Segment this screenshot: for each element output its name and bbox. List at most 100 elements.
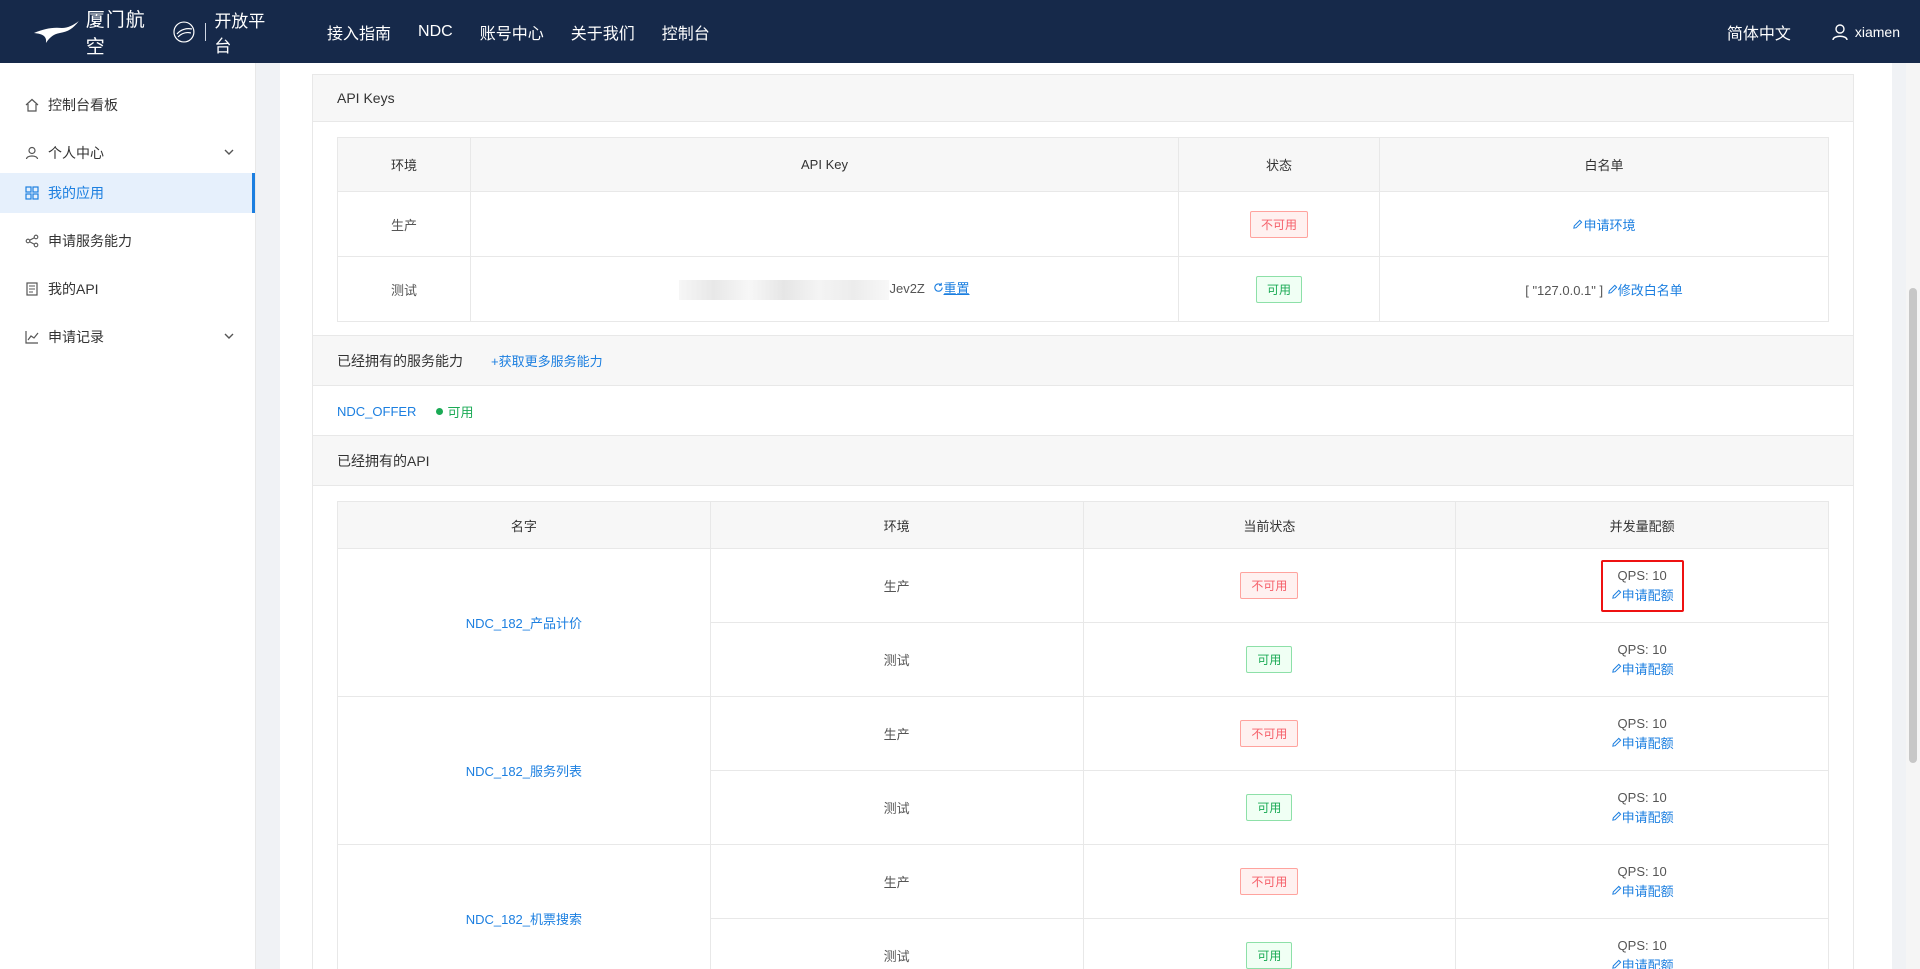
sidebar-item-label: 我的应用 [48, 185, 104, 201]
share-icon [24, 233, 40, 249]
sidebar-item-label: 申请服务能力 [48, 233, 132, 249]
edit-icon [1611, 663, 1621, 673]
scrollbar-thumb[interactable] [1909, 288, 1917, 763]
apply-env-label: 申请环境 [1583, 217, 1636, 233]
sidebar-item-label: 我的API [48, 281, 99, 297]
status-badge: 不可用 [1240, 720, 1299, 747]
apply-quota-label: 申请配额 [1621, 809, 1674, 825]
env-cell: 生产 [709, 548, 1084, 623]
table-row: 测试 Jev2Z 重置 可用 [ "127.0.0.1" ] 修改白名单 [337, 256, 1829, 322]
sidebar-item-personal[interactable]: 个人中心 [0, 133, 255, 173]
nav-account[interactable]: 账号中心 [480, 20, 544, 44]
panel-header: API Keys [313, 75, 1853, 122]
qps-value: QPS: 10 [1617, 641, 1667, 657]
apis-title: 已经拥有的API [337, 452, 430, 469]
nav-guide[interactable]: 接入指南 [327, 20, 391, 44]
nav-about[interactable]: 关于我们 [571, 20, 635, 44]
apply-quota-label: 申请配额 [1621, 735, 1674, 751]
sidebar-item-label: 个人中心 [48, 145, 104, 161]
sidebar-item-apply-service[interactable]: 申请服务能力 [0, 221, 255, 261]
status-cell: 不可用 [1178, 191, 1380, 257]
apply-env-link[interactable]: 申请环境 [1572, 217, 1636, 233]
column-header: 状态 [1178, 137, 1380, 192]
column-header: 白名单 [1379, 137, 1829, 192]
env-cell: 测试 [709, 770, 1084, 845]
apply-quota-link[interactable]: 申请配额 [1456, 734, 1828, 754]
chart-icon [24, 329, 40, 345]
status-badge: 可用 [1246, 646, 1293, 673]
status-badge: 可用 [1246, 942, 1293, 969]
main-nav: 接入指南 NDC 账号中心 关于我们 控制台 [327, 0, 737, 63]
reset-label: 重置 [943, 281, 970, 297]
egret-logo-icon [33, 20, 79, 43]
apis-table: 名字 环境 当前状态 并发量配额 NDC_182_产品计价 生产 不可用 QPS… [337, 501, 1829, 969]
whitelist-value: [ "127.0.0.1" ] [1525, 282, 1604, 298]
env-cell: 测试 [709, 918, 1084, 969]
sidebar-item-dashboard[interactable]: 控制台看板 [0, 85, 255, 125]
qps-value: QPS: 10 [1617, 715, 1667, 731]
sidebar-item-my-apps[interactable]: 我的应用 [0, 173, 255, 213]
brand-logo[interactable]: 厦门航空 开放平台 [32, 0, 282, 63]
vertical-scrollbar[interactable] [1906, 63, 1920, 969]
apply-quota-label: 申请配额 [1621, 957, 1674, 969]
user-icon [1832, 23, 1848, 40]
user-menu[interactable]: xiamen [1831, 23, 1900, 41]
panel-header: 已经拥有的服务能力 +获取更多服务能力 [313, 336, 1853, 386]
language-switch[interactable]: 简体中文 [1727, 20, 1791, 44]
reset-key-button[interactable]: 重置 [933, 281, 970, 296]
sidebar-item-my-api[interactable]: 我的API [0, 269, 255, 309]
service-status: 可用 [447, 404, 474, 420]
nav-ndc[interactable]: NDC [418, 23, 453, 41]
edit-whitelist-link[interactable]: 修改白名单 [1607, 283, 1683, 298]
api-name-link[interactable]: NDC_182_服务列表 [466, 764, 582, 779]
apply-quota-link[interactable]: 申请配额 [1456, 808, 1828, 828]
panel-header: 已经拥有的API [313, 436, 1853, 486]
service-ndc-offer[interactable]: NDC_OFFER [337, 404, 416, 419]
status-badge: 不可用 [1240, 868, 1299, 895]
logo-text: 厦门航空 [85, 8, 146, 58]
edit-icon [1573, 219, 1583, 229]
apply-quota-label: 申请配额 [1621, 587, 1674, 603]
masked-api-key [679, 279, 890, 300]
env-cell: 生产 [709, 696, 1084, 771]
env-cell: 测试 [709, 622, 1084, 697]
status-badge: 可用 [1246, 794, 1293, 821]
apps-icon [24, 185, 40, 201]
api-key-cell: Jev2Z 重置 [470, 256, 1179, 322]
table-row: NDC_182_机票搜索 生产 不可用 QPS: 10 申请配额 [337, 844, 1829, 969]
api-keys-panel: API Keys 环境 API Key 状态 白名单 生产 不可用 申请环境 测… [312, 74, 1854, 336]
api-name-link[interactable]: NDC_182_产品计价 [466, 616, 582, 631]
column-header: 环境 [337, 137, 471, 192]
doc-icon [24, 281, 40, 297]
table-row: NDC_182_服务列表 生产 不可用 QPS: 10 申请配额 [337, 696, 1829, 845]
main-content: API Keys 环境 API Key 状态 白名单 生产 不可用 申请环境 测… [280, 63, 1892, 969]
column-header: API Key [470, 137, 1179, 192]
status-cell: 可用 [1178, 256, 1380, 322]
apply-quota-link[interactable]: 申请配额 [1611, 586, 1674, 606]
edit-icon [1611, 885, 1621, 895]
apply-quota-link[interactable]: 申请配额 [1456, 956, 1828, 969]
nav-console[interactable]: 控制台 [662, 20, 710, 44]
username: xiamen [1854, 23, 1900, 40]
table-row: NDC_182_产品计价 生产 不可用 QPS: 10 申请配额 [337, 548, 1829, 697]
edit-icon [1611, 737, 1621, 747]
top-navbar: 厦门航空 开放平台 接入指南 NDC 账号中心 关于我们 控制台 简体中文 xi… [0, 0, 1920, 63]
sidebar: 控制台看板 个人中心 我的应用 申请服务能力 我的API 申请记录 [0, 63, 256, 969]
apply-quota-link[interactable]: 申请配额 [1456, 882, 1828, 902]
column-header: 并发量配额 [1455, 501, 1829, 549]
get-more-services-label: 获取更多服务能力 [498, 354, 603, 369]
column-header: 名字 [337, 501, 711, 549]
api-name-link[interactable]: NDC_182_机票搜索 [466, 912, 582, 927]
logo-divider [205, 22, 207, 41]
edit-icon [1611, 811, 1621, 821]
status-badge: 不可用 [1240, 572, 1299, 599]
get-more-services-link[interactable]: +获取更多服务能力 [491, 351, 603, 370]
apply-quota-label: 申请配额 [1621, 661, 1674, 677]
column-header: 环境 [709, 501, 1084, 549]
logo-platform-text: 开放平台 [214, 11, 266, 57]
edit-icon [1607, 284, 1618, 294]
user-icon [24, 145, 40, 161]
sidebar-item-records[interactable]: 申请记录 [0, 317, 255, 357]
apply-quota-link[interactable]: 申请配额 [1456, 660, 1828, 680]
quota-highlight-box: QPS: 10 申请配额 [1600, 559, 1684, 612]
